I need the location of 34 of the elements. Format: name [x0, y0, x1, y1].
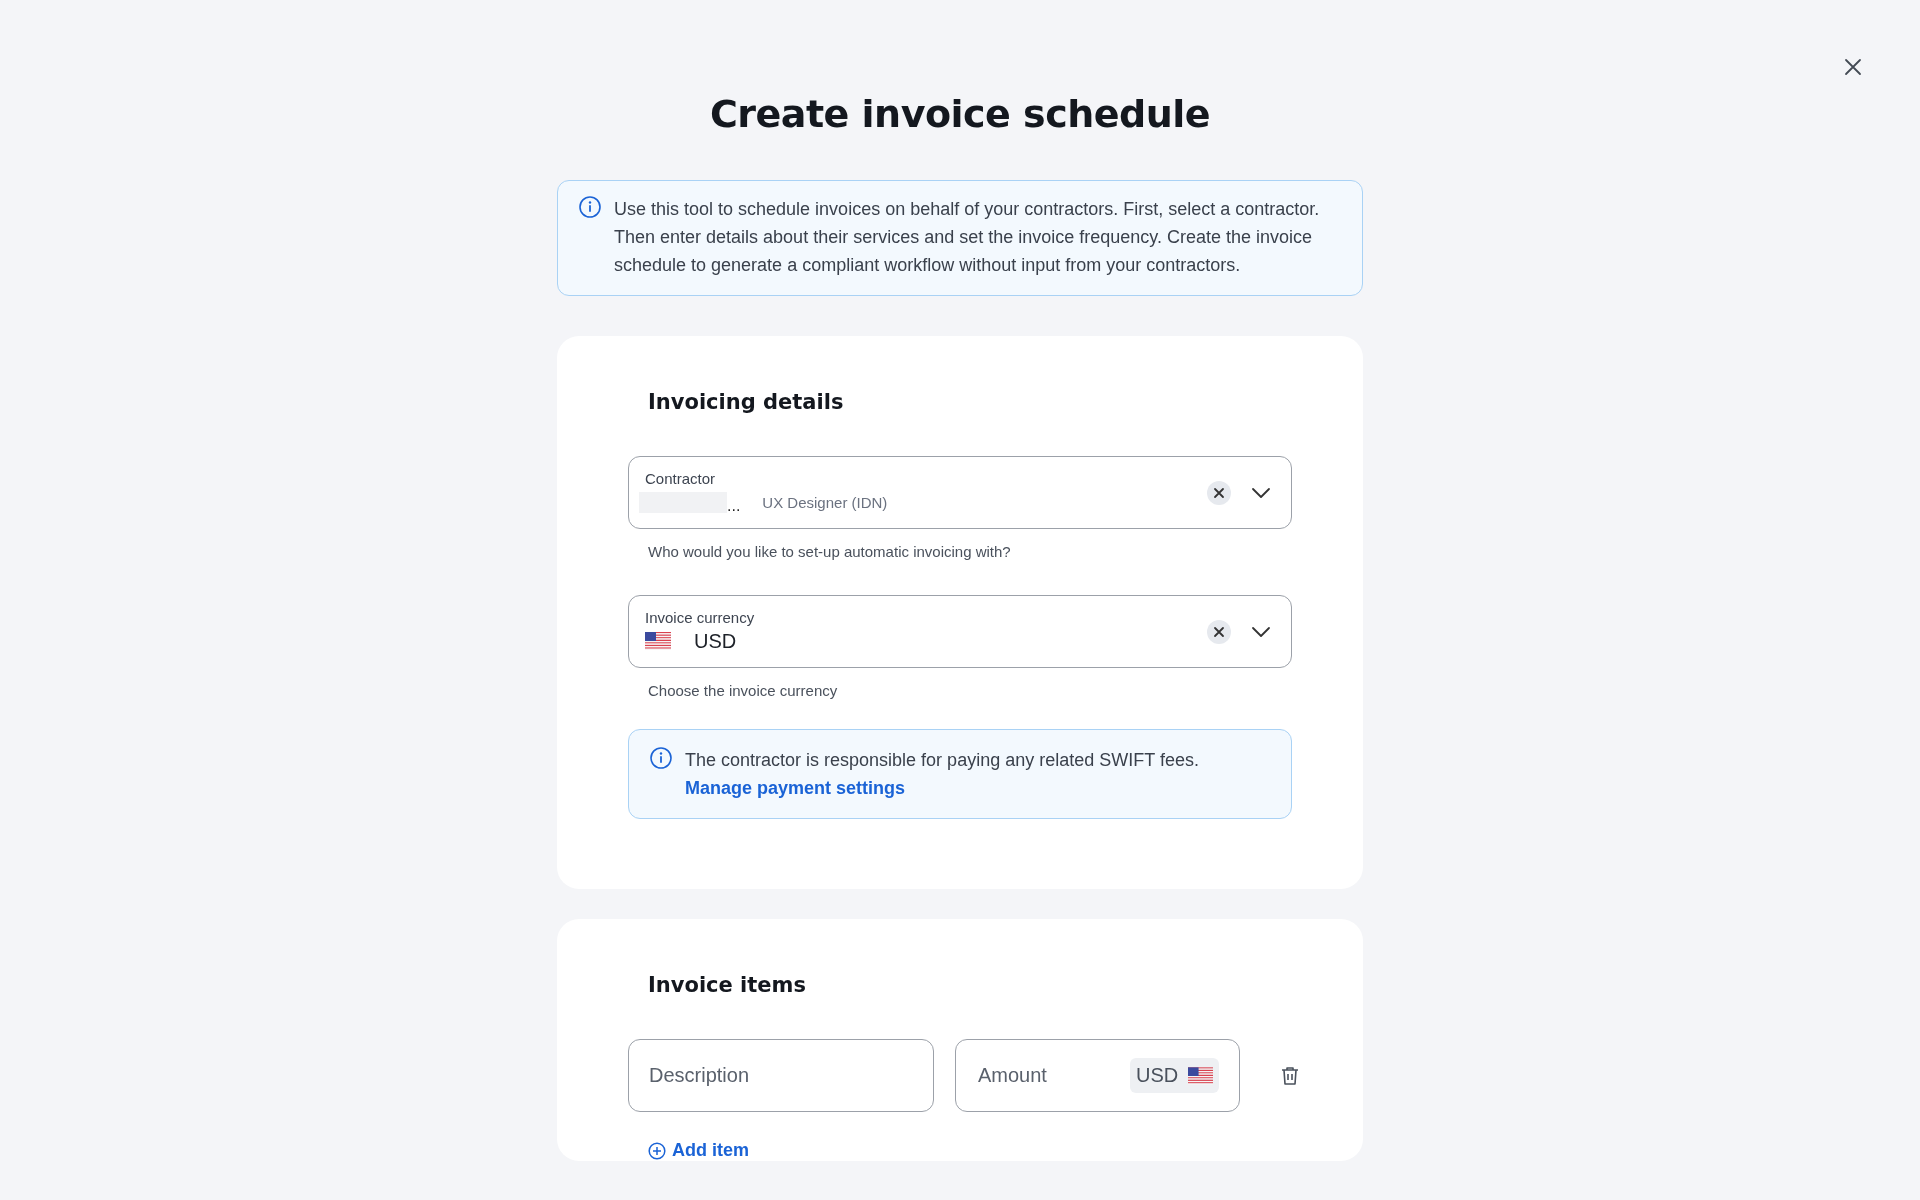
field-secondary-text: UX Designer (IDN)	[762, 493, 888, 511]
field-value: ...	[727, 497, 741, 515]
page-title: Create invoice schedule	[708, 92, 1212, 136]
amount-field[interactable]: Amount USD	[955, 1039, 1241, 1112]
helper-text: Choose the invoice currency	[647, 681, 839, 699]
clear-button[interactable]	[1207, 480, 1231, 505]
add-icon	[648, 1141, 666, 1160]
delete-button[interactable]	[1281, 1065, 1300, 1086]
chevron-down-icon[interactable]	[1251, 486, 1271, 499]
close-icon	[1844, 58, 1862, 76]
amount-input[interactable]: Amount	[976, 1063, 1130, 1088]
field-label: Invoice currency	[645, 609, 756, 626]
info-icon	[578, 195, 602, 219]
trash-icon	[1281, 1065, 1300, 1086]
clear-icon	[1213, 625, 1225, 638]
clear-button[interactable]	[1207, 619, 1231, 644]
field-value: USD	[694, 629, 737, 653]
chevron-down-icon[interactable]	[1251, 625, 1271, 638]
section-heading: Invoice items	[648, 973, 807, 997]
field-label: Contractor	[645, 470, 717, 487]
section-heading: Invoicing details	[648, 390, 845, 414]
info-icon	[649, 746, 673, 770]
select-field[interactable]: Contractor ... UX Designer (IDN)	[628, 456, 1292, 529]
add-item-button[interactable]: Add item	[648, 1140, 749, 1161]
currency-selector[interactable]: USD	[1130, 1058, 1220, 1093]
info-text: Use this tool to schedule invoices on behalf of your contractors. First, select a contractor. Then enter details about their services and set the invoice frequency. Create the invoice schedule to generate a compliant workflow without input from your contractors.	[614, 198, 1321, 277]
manage-payment-link[interactable]: Manage payment settings	[685, 774, 906, 802]
select-field[interactable]: Invoice currency USD	[628, 595, 1292, 668]
flag-icon	[1188, 1066, 1214, 1085]
description-field[interactable]: Description	[628, 1039, 934, 1112]
flag-icon	[645, 632, 671, 650]
notice-text: The contractor is responsible for paying any related SWIFT fees.	[685, 749, 1199, 772]
clear-icon	[1213, 486, 1225, 499]
helper-text: Who would you like to set-up automatic invoicing with?	[647, 542, 1012, 560]
